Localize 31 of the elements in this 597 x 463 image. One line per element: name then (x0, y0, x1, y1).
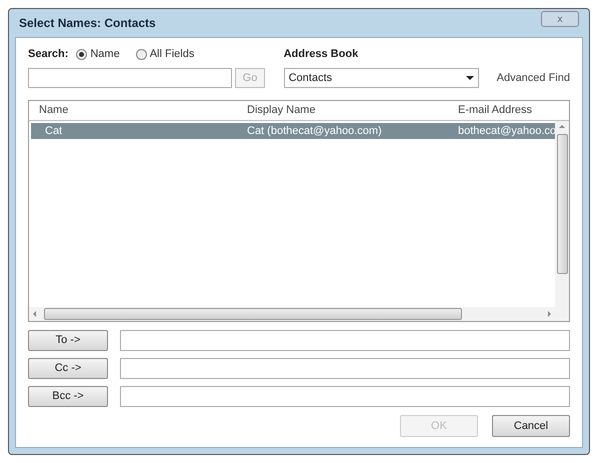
scroll-left-icon (33, 311, 36, 317)
radio-label: All Fields (150, 46, 194, 62)
recipient-field[interactable] (120, 330, 570, 351)
recipient-button[interactable]: Bcc -> (28, 386, 108, 407)
horizontal-scrollbar[interactable] (29, 307, 555, 321)
recipient-button[interactable]: Cc -> (28, 358, 108, 379)
dropdown-arrow-icon (466, 76, 474, 80)
scroll-thumb[interactable] (44, 308, 462, 320)
window-title: Select Names: Contacts (19, 15, 156, 32)
scroll-right-icon (548, 311, 551, 317)
column-header[interactable]: E-mail Address (456, 102, 569, 119)
recipient-field[interactable] (120, 386, 570, 407)
radio-button[interactable] (136, 48, 147, 60)
table-cell-text: Cat (44, 124, 64, 139)
scroll-thumb[interactable] (556, 134, 568, 274)
scroll-up-icon (559, 125, 565, 128)
search-field[interactable] (28, 68, 232, 88)
recipient-button[interactable]: To -> (28, 330, 108, 351)
advanced-find-link[interactable]: Advanced Find (496, 70, 570, 86)
column-header[interactable]: Display Name (244, 102, 456, 119)
recipient-field[interactable] (120, 358, 570, 379)
radio-button[interactable] (76, 48, 88, 60)
address-book-label: Address Book (284, 47, 360, 62)
dialog-button[interactable]: Cancel (492, 415, 570, 437)
table-cell-text: Cat (bothecat@yahoo.com) (246, 124, 383, 139)
search-label: Search: (28, 46, 68, 62)
address-book-dropdown[interactable]: Contacts (284, 68, 479, 88)
radio-label: Name (90, 46, 120, 62)
vertical-scrollbar[interactable] (555, 121, 569, 321)
close-button[interactable]: x (541, 11, 579, 27)
column-header[interactable]: Name (29, 102, 244, 119)
